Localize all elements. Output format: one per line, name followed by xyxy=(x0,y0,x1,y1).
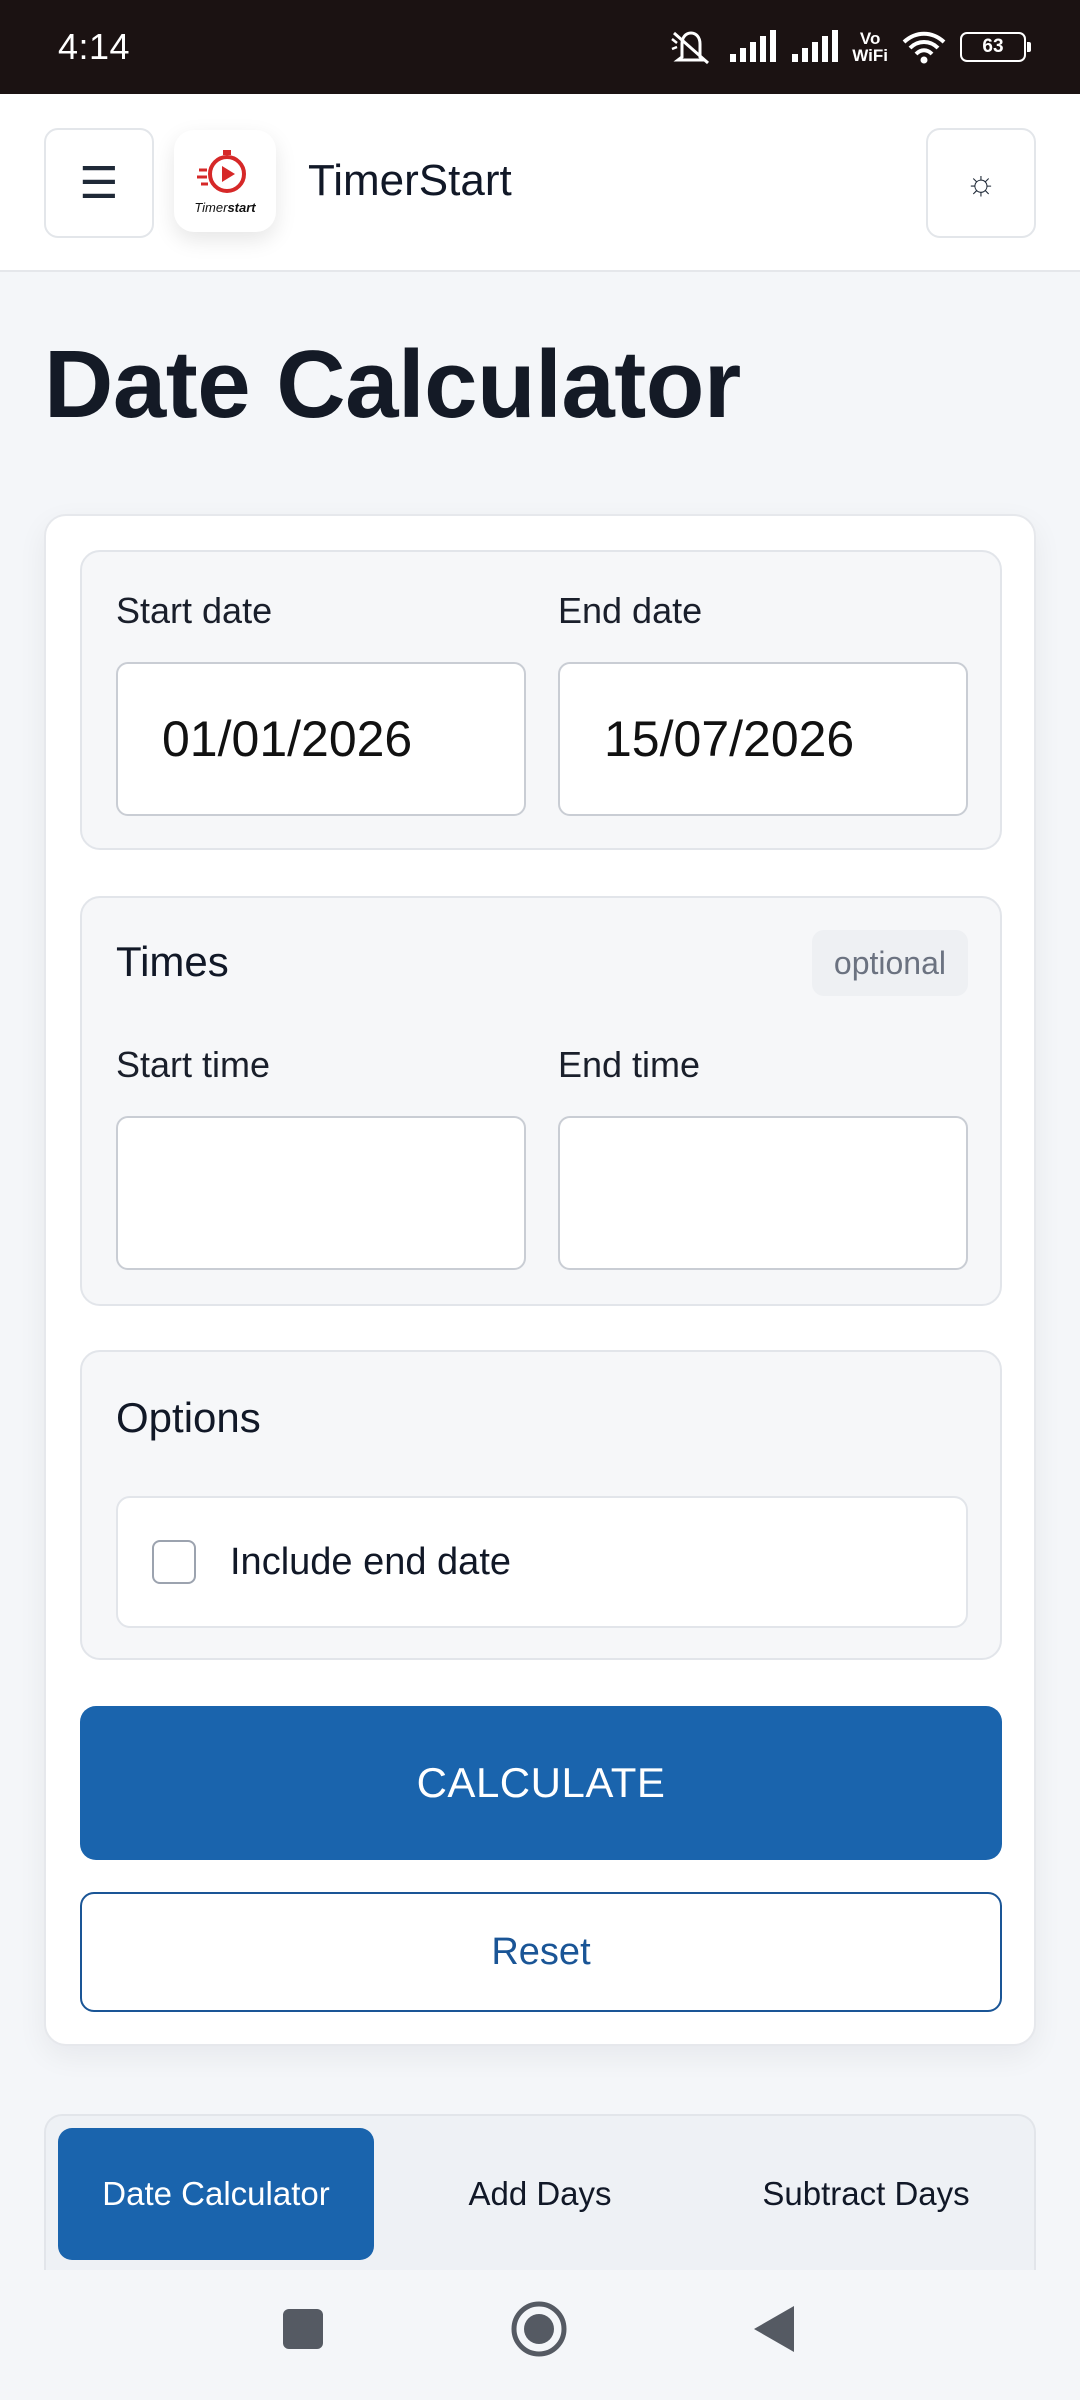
optional-badge: optional xyxy=(811,930,968,996)
battery-level: 63 xyxy=(982,36,1004,57)
sun-icon: ☼ xyxy=(965,163,997,202)
system-nav-bar xyxy=(0,2270,1080,2400)
logo-text-start: start xyxy=(227,199,256,215)
home-icon[interactable] xyxy=(510,2300,568,2363)
status-icons: Vo WiFi 63 xyxy=(668,27,1031,67)
start-date-label: Start date xyxy=(116,590,273,631)
tab-date-calculator[interactable]: Date Calculator xyxy=(58,2128,374,2260)
mode-tabs: Date Calculator Add Days Subtract Days xyxy=(44,2114,1036,2270)
options-heading: Options xyxy=(116,1394,261,1441)
page-title: Date Calculator xyxy=(44,331,741,438)
include-end-date-option[interactable]: Include end date xyxy=(116,1496,968,1628)
end-date-input[interactable]: 15/07/2026 xyxy=(558,662,968,816)
battery-icon: 63 xyxy=(960,32,1031,62)
menu-button[interactable]: ☰ xyxy=(44,128,154,238)
brand-name: TimerStart xyxy=(308,156,512,205)
start-date-input[interactable]: 01/01/2026 xyxy=(116,662,526,816)
mute-bell-icon xyxy=(668,27,714,67)
times-panel: Times optional Start time End time xyxy=(80,896,1002,1306)
app-logo[interactable]: Timerstart xyxy=(174,130,276,232)
include-end-date-checkbox[interactable] xyxy=(152,1540,196,1584)
reset-button[interactable]: Reset xyxy=(80,1892,1002,2012)
recent-apps-icon[interactable] xyxy=(282,2308,324,2355)
end-date-label: End date xyxy=(558,590,703,631)
dates-panel: Start date End date 01/01/2026 15/07/202… xyxy=(80,550,1002,850)
app-header: ☰ Timerstart TimerStart ☼ xyxy=(0,94,1080,272)
calculate-button[interactable]: CALCULATE xyxy=(80,1706,1002,1860)
vowifi-top: Vo xyxy=(859,29,881,48)
tab-subtract-days[interactable]: Subtract Days xyxy=(708,2128,1024,2260)
times-heading: Times xyxy=(116,938,229,985)
end-time-label: End time xyxy=(558,1044,701,1085)
include-end-date-label: Include end date xyxy=(230,1540,512,1583)
wifi-icon xyxy=(902,30,946,64)
end-time-input[interactable] xyxy=(558,1116,968,1270)
tab-add-days[interactable]: Add Days xyxy=(382,2128,698,2260)
back-icon[interactable] xyxy=(752,2304,796,2359)
status-bar: 4:14 Vo WiFi 63 xyxy=(0,0,1080,94)
start-time-label: Start time xyxy=(116,1044,271,1085)
signal-icon xyxy=(790,30,839,64)
start-time-input[interactable] xyxy=(116,1116,526,1270)
vowifi-icon: Vo WiFi xyxy=(852,30,888,64)
status-time: 4:14 xyxy=(58,26,131,67)
logo-wordmark: Timerstart xyxy=(194,200,255,215)
calculator-card: Start date End date 01/01/2026 15/07/202… xyxy=(44,514,1036,2046)
theme-toggle-button[interactable]: ☼ xyxy=(926,128,1036,238)
hamburger-menu-icon: ☰ xyxy=(79,158,119,208)
vowifi-bottom: WiFi xyxy=(852,46,888,65)
signal-icon xyxy=(728,30,777,64)
logo-text-timer: Timer xyxy=(194,199,228,215)
options-panel: Options Include end date xyxy=(80,1350,1002,1660)
stopwatch-play-icon xyxy=(197,149,246,193)
